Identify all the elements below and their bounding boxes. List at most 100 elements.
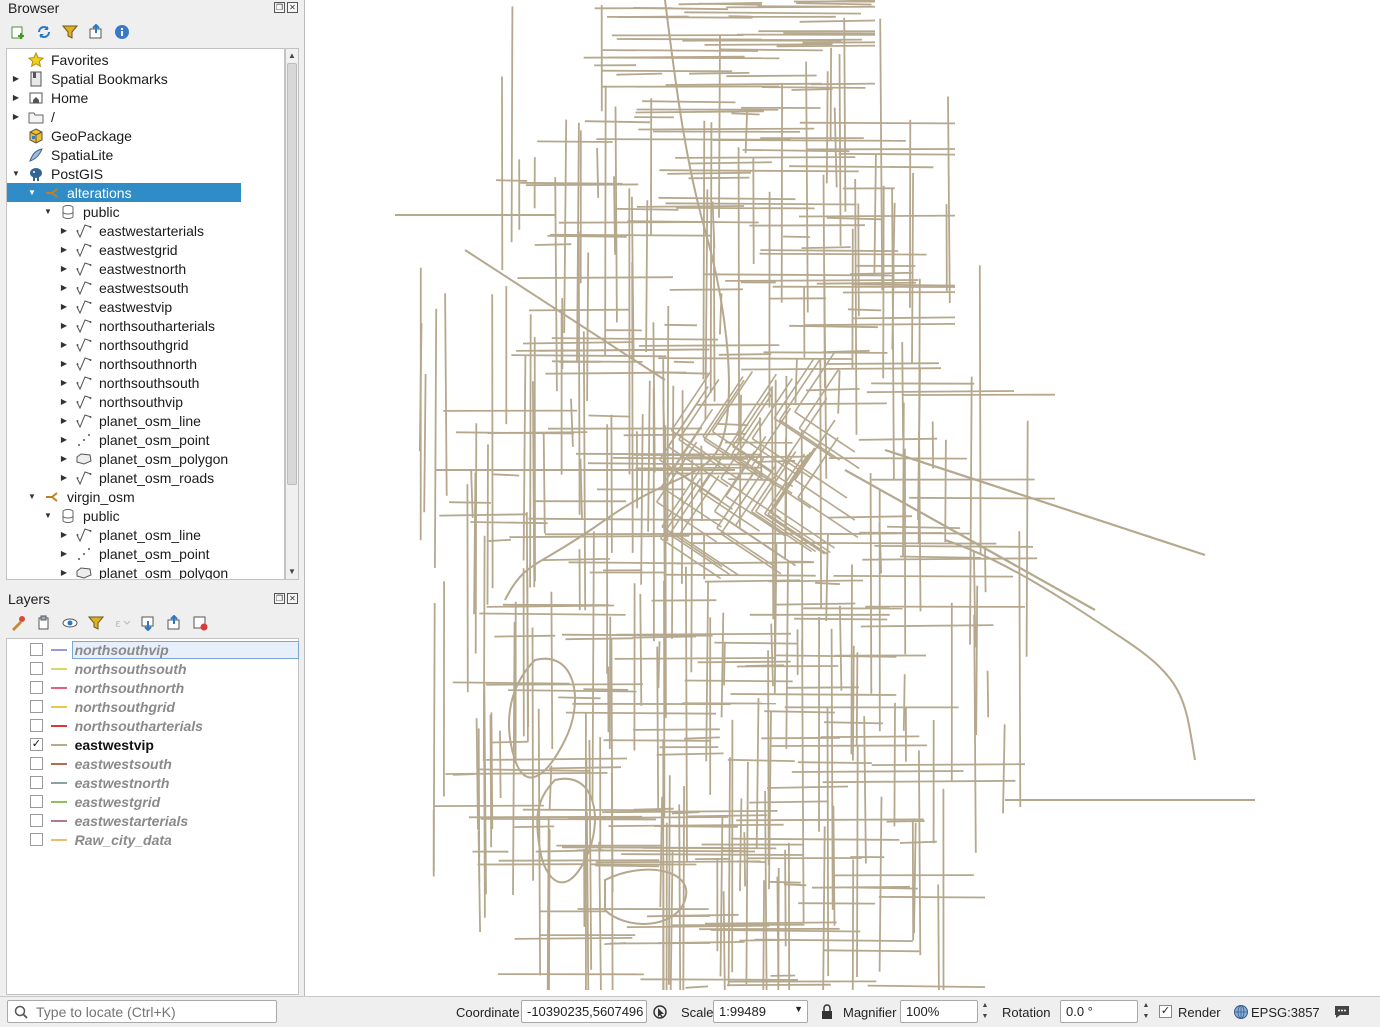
filter-icon[interactable] [60, 22, 80, 42]
road-network-map[interactable] [305, 0, 1380, 996]
layer-visibility-checkbox[interactable] [30, 719, 43, 732]
browser-item[interactable]: ▶ northsouthnorth [7, 354, 284, 373]
layer-row[interactable]: northsouthvip [7, 640, 300, 659]
collapsed-arrow-icon[interactable]: ▶ [59, 283, 69, 292]
collapsed-arrow-icon[interactable]: ▶ [59, 435, 69, 444]
render-checkbox[interactable]: ✓ [1159, 1005, 1172, 1018]
magnifier-field[interactable]: 100% [900, 1000, 978, 1023]
layer-visibility-checkbox[interactable] [30, 757, 43, 770]
collapsed-arrow-icon[interactable]: ▶ [59, 264, 69, 273]
collapsed-arrow-icon[interactable]: ▶ [59, 245, 69, 254]
float-panel-button[interactable]: ❐ [274, 2, 285, 13]
collapsed-arrow-icon[interactable]: ▶ [59, 397, 69, 406]
expanded-arrow-icon[interactable]: ▼ [27, 188, 37, 197]
browser-item[interactable]: ▶ northsouthsouth [7, 373, 284, 392]
scroll-up-arrow-icon[interactable]: ▲ [286, 49, 298, 63]
collapse-all-icon[interactable] [164, 613, 184, 633]
browser-item[interactable]: ▼ PostGIS [7, 164, 284, 183]
browser-item[interactable]: ▼ virgin_osm [7, 487, 284, 506]
visibility-icon[interactable] [60, 613, 80, 633]
layer-visibility-checkbox[interactable] [30, 700, 43, 713]
browser-item[interactable]: Favorites [7, 50, 284, 69]
layer-visibility-checkbox[interactable] [30, 795, 43, 808]
browser-item[interactable]: ▶ eastwestgrid [7, 240, 284, 259]
remove-layer-icon[interactable] [190, 613, 210, 633]
browser-item[interactable]: ▶ eastwestarterials [7, 221, 284, 240]
layer-row[interactable]: eastwestgrid [7, 792, 298, 811]
close-panel-button[interactable]: ✕ [287, 2, 298, 13]
coordinate-field[interactable]: -10390235,5607496 [521, 1000, 647, 1023]
crs-button[interactable]: EPSG:3857 [1251, 1005, 1320, 1020]
layer-row[interactable]: northsouthnorth [7, 678, 298, 697]
collapsed-arrow-icon[interactable]: ▶ [59, 416, 69, 425]
browser-item[interactable]: ▶ Spatial Bookmarks [7, 69, 284, 88]
layer-row[interactable]: northsouthsouth [7, 659, 298, 678]
scroll-down-arrow-icon[interactable]: ▼ [286, 565, 298, 579]
rotation-field[interactable]: 0.0 ° [1060, 1000, 1138, 1023]
add-group-icon[interactable] [34, 613, 54, 633]
browser-item[interactable]: ▶ eastwestsouth [7, 278, 284, 297]
browser-item[interactable]: ▶ planet_osm_polygon [7, 563, 284, 580]
magnifier-spinner[interactable]: ▲ ▼ [979, 1000, 991, 1023]
browser-item[interactable]: ▼ public [7, 506, 284, 525]
refresh-icon[interactable] [34, 22, 54, 42]
info-icon[interactable] [112, 22, 132, 42]
style-icon[interactable] [8, 613, 28, 633]
collapsed-arrow-icon[interactable]: ▶ [59, 302, 69, 311]
layer-row[interactable]: eastwestsouth [7, 754, 298, 773]
scale-combo[interactable]: 1:99489 ▼ [713, 1000, 808, 1023]
browser-item[interactable]: ▶ planet_osm_point [7, 544, 284, 563]
layer-visibility-checkbox[interactable] [30, 643, 43, 656]
browser-item[interactable]: ▶ northsouthgrid [7, 335, 284, 354]
collapsed-arrow-icon[interactable]: ▶ [59, 454, 69, 463]
browser-item[interactable]: ▶ / [7, 107, 284, 126]
expanded-arrow-icon[interactable]: ▼ [43, 207, 53, 216]
layer-row[interactable]: Raw_city_data [7, 830, 298, 849]
browser-item[interactable]: ▶ northsouthvip [7, 392, 284, 411]
browser-item[interactable]: ▶ planet_osm_point [7, 430, 284, 449]
collapsed-arrow-icon[interactable]: ▶ [11, 74, 21, 83]
expanded-arrow-icon[interactable]: ▼ [11, 169, 21, 178]
scrollbar-thumb[interactable] [287, 63, 297, 485]
browser-item[interactable]: ▶ planet_osm_roads [7, 468, 284, 487]
filter-legend-icon[interactable] [86, 613, 106, 633]
collapsed-arrow-icon[interactable]: ▶ [11, 93, 21, 102]
layer-visibility-checkbox[interactable] [30, 662, 43, 675]
layer-visibility-checkbox[interactable] [30, 814, 43, 827]
lock-icon[interactable] [820, 1003, 834, 1024]
expanded-arrow-icon[interactable]: ▼ [27, 492, 37, 501]
locator-bar[interactable] [7, 1000, 277, 1023]
layer-row[interactable]: northsoutharterials [7, 716, 298, 735]
browser-item[interactable]: ▶ planet_osm_line [7, 525, 284, 544]
layer-row[interactable]: eastwestarterials [7, 811, 298, 830]
layer-row[interactable]: ✓ eastwestvip [7, 735, 298, 754]
browser-item[interactable]: ▶ eastwestnorth [7, 259, 284, 278]
collapsed-arrow-icon[interactable]: ▶ [59, 378, 69, 387]
layer-visibility-checkbox[interactable] [30, 776, 43, 789]
collapsed-arrow-icon[interactable]: ▶ [59, 340, 69, 349]
browser-item[interactable]: ▶ Home [7, 88, 284, 107]
browser-item[interactable]: ▶ planet_osm_polygon [7, 449, 284, 468]
mouse-pointer-toggle-icon[interactable] [651, 1003, 669, 1024]
layer-visibility-checkbox[interactable]: ✓ [30, 738, 43, 751]
collapsed-arrow-icon[interactable]: ▶ [59, 226, 69, 235]
collapsed-arrow-icon[interactable]: ▶ [59, 359, 69, 368]
layer-visibility-checkbox[interactable] [30, 681, 43, 694]
browser-item[interactable]: ▼ public [7, 202, 284, 221]
browser-item[interactable]: GeoPackage [7, 126, 284, 145]
browser-item[interactable]: ▶ planet_osm_line [7, 411, 284, 430]
expand-all-icon[interactable] [138, 613, 158, 633]
collapsed-arrow-icon[interactable]: ▶ [11, 112, 21, 121]
collapsed-arrow-icon[interactable]: ▶ [59, 549, 69, 558]
browser-item[interactable]: ▶ eastwestvip [7, 297, 284, 316]
map-canvas[interactable] [304, 0, 1380, 996]
layer-visibility-checkbox[interactable] [30, 833, 43, 846]
locate-input[interactable] [36, 1003, 266, 1020]
browser-item[interactable]: ▶ northsoutharterials [7, 316, 284, 335]
layer-row[interactable]: northsouthgrid [7, 697, 298, 716]
collapsed-arrow-icon[interactable]: ▶ [59, 473, 69, 482]
collapsed-arrow-icon[interactable]: ▶ [59, 321, 69, 330]
rotation-spinner[interactable]: ▲ ▼ [1140, 1000, 1152, 1023]
add-layer-icon[interactable] [8, 22, 28, 42]
messages-icon[interactable] [1333, 1003, 1351, 1024]
